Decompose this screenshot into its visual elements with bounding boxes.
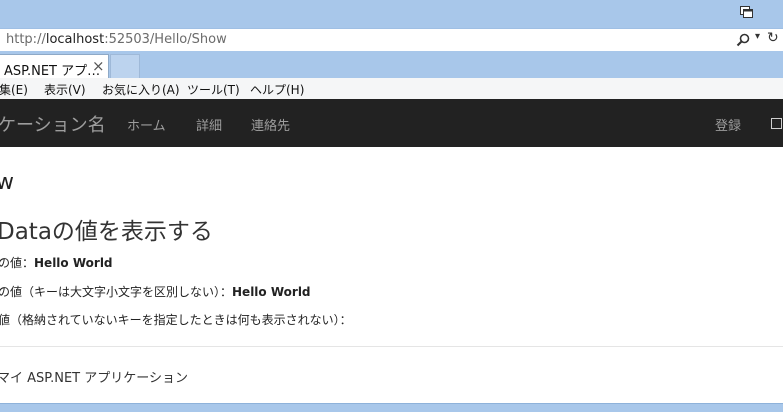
new-tab-button[interactable] <box>110 54 140 79</box>
menu-edit[interactable]: 集(E) <box>0 81 28 98</box>
login-link-box[interactable] <box>771 118 782 129</box>
brand-link[interactable]: ケーション名 <box>0 111 106 137</box>
value-label: の値： <box>0 256 35 270</box>
menu-tools[interactable]: ツール(T) <box>187 81 240 98</box>
url-scheme: http:// <box>6 32 46 47</box>
browser-title-bar <box>0 0 783 29</box>
search-icon[interactable] <box>736 33 750 47</box>
page-subtitle: Dataの値を表示する <box>0 219 213 245</box>
value-line-1: の値：Hello World <box>0 254 113 271</box>
menu-help[interactable]: ヘルプ(H) <box>250 81 304 98</box>
nav-register[interactable]: 登録 <box>715 115 741 134</box>
restore-window-icon[interactable] <box>740 6 753 18</box>
value-label: 値（格納されていないキーを指定したときは何も表示されない）： <box>0 313 352 327</box>
nav-contact[interactable]: 連絡先 <box>251 115 290 134</box>
value-text: Hello World <box>232 285 311 299</box>
menu-favorites[interactable]: お気に入り(A) <box>102 81 180 98</box>
chevron-down-icon[interactable]: ▾ <box>755 31 760 42</box>
tab-title: ASP.NET アプ… <box>4 64 101 79</box>
divider <box>0 346 783 347</box>
refresh-icon[interactable]: ↻ <box>767 30 779 46</box>
url-path: :52503/Hello/Show <box>104 32 227 47</box>
page-title: w <box>0 170 14 195</box>
menu-view[interactable]: 表示(V) <box>44 81 86 98</box>
tab-strip: ASP.NET アプ… × <box>0 51 783 79</box>
value-line-3: 値（格納されていないキーを指定したときは何も表示されない）： <box>0 311 352 328</box>
app-navbar: ケーション名 ホーム 詳細 連絡先 登録 <box>0 99 783 147</box>
value-text: Hello World <box>34 256 113 270</box>
nav-about[interactable]: 詳細 <box>196 115 222 134</box>
close-icon[interactable]: × <box>92 57 105 75</box>
nav-home[interactable]: ホーム <box>127 115 166 134</box>
address-bar[interactable]: http://localhost:52503/Hello/Show ▾ ↻ <box>0 28 783 52</box>
address-url[interactable]: http://localhost:52503/Hello/Show <box>6 32 227 47</box>
url-host: localhost <box>45 32 105 47</box>
value-label: の値（キーは大文字小文字を区別しない）： <box>0 285 233 299</box>
value-line-2: の値（キーは大文字小文字を区別しない）：Hello World <box>0 283 311 300</box>
footer-text: マイ ASP.NET アプリケーション <box>0 371 188 386</box>
tab-active[interactable]: ASP.NET アプ… × <box>0 54 109 79</box>
menu-bar: 集(E) 表示(V) お気に入り(A) ツール(T) ヘルプ(H) <box>0 78 783 100</box>
